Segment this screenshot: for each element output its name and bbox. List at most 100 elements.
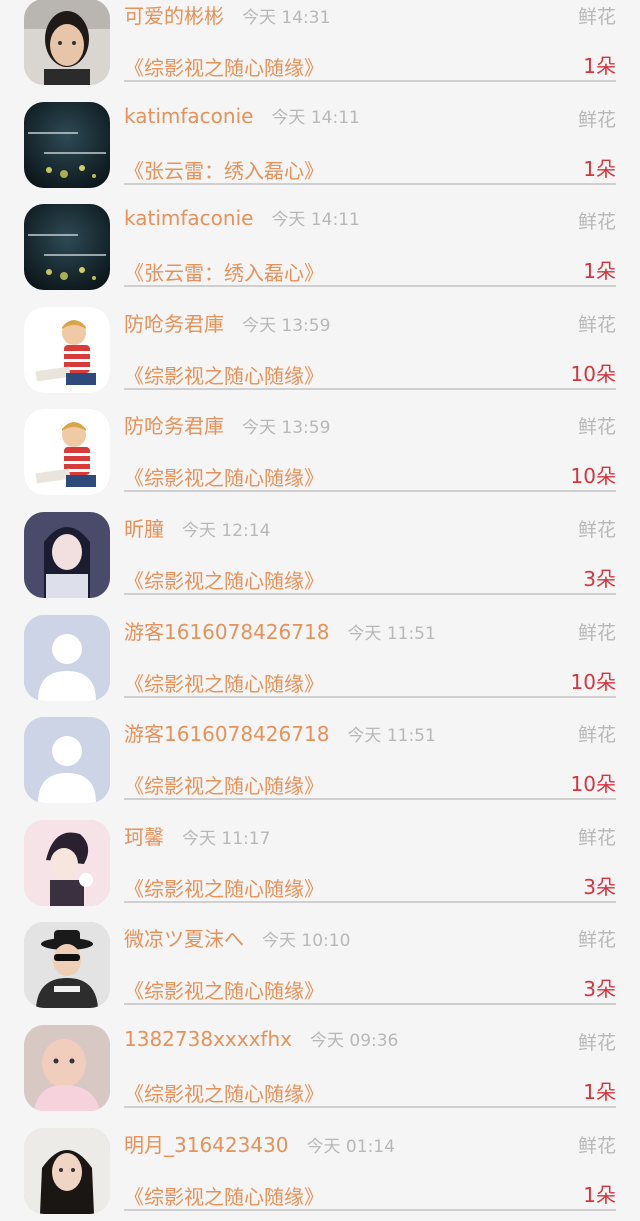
row-divider bbox=[124, 1003, 616, 1006]
gift-type: 鲜花 bbox=[577, 1031, 616, 1054]
gift-record-row[interactable]: katimfaconie 今天 14:11 鲜花 《张云雷：绣入磊心》 1朵 bbox=[0, 93, 640, 196]
gift-count: 1朵 bbox=[583, 1182, 616, 1207]
row-divider bbox=[124, 900, 616, 903]
user-name-text: 可爱的彬彬 bbox=[124, 4, 224, 28]
row-divider bbox=[124, 182, 616, 185]
gift-record-row[interactable]: 1382738xxxxfhx 今天 09:36 鲜花《综影视之随心随缘》 1朵 bbox=[0, 1016, 640, 1119]
timestamp: 今天 11:51 bbox=[347, 623, 436, 644]
gift-record-list: 可爱的彬彬 今天 14:31 鲜花 《综影视之随心随缘》 1朵 katimfaconie 今… bbox=[0, 0, 640, 1221]
gift-record-row[interactable]: 珂馨 今天 11:17 鲜花 《综影视之随心随缘》 3朵 bbox=[0, 811, 640, 914]
book-title-link[interactable]: 《综影视之随心随缘》 bbox=[124, 668, 324, 697]
row-divider bbox=[124, 1208, 616, 1211]
gift-record-row[interactable]: 防呛务君庫 今天 13:59 鲜花《综影视之随心随缘》 10朵 bbox=[0, 400, 640, 503]
book-title-link[interactable]: 《张云雷：绣入磊心》 bbox=[124, 257, 324, 286]
user-avatar[interactable] bbox=[24, 922, 110, 1009]
book-title-link[interactable]: 《综影视之随心随缘》 bbox=[124, 1078, 324, 1107]
book-title-link[interactable]: 《综影视之随心随缘》 bbox=[124, 1181, 324, 1210]
user-name[interactable]: 1382738xxxxfhx 今天 09:36 bbox=[124, 1026, 398, 1051]
gift-count: 10朵 bbox=[570, 772, 616, 797]
user-name-text: 珂馨 bbox=[124, 824, 164, 849]
user-name[interactable]: 昕朣 今天 12:14 bbox=[124, 513, 270, 542]
book-title-link[interactable]: 《综影视之随心随缘》 bbox=[124, 975, 324, 1004]
gift-count: 1朵 bbox=[583, 259, 616, 284]
user-avatar[interactable] bbox=[24, 409, 110, 496]
user-name-text: 昕朣 bbox=[124, 516, 164, 541]
gift-count: 10朵 bbox=[570, 361, 616, 386]
user-name-text: 1382738xxxxfhx bbox=[124, 1026, 292, 1051]
user-avatar[interactable] bbox=[24, 204, 110, 291]
timestamp: 今天 14:11 bbox=[271, 107, 360, 128]
user-avatar[interactable] bbox=[24, 614, 110, 701]
gift-count: 10朵 bbox=[570, 464, 616, 489]
timestamp: 今天 14:31 bbox=[242, 8, 331, 28]
timestamp: 今天 13:59 bbox=[242, 315, 331, 336]
book-title-link[interactable]: 《综影视之随心随缘》 bbox=[124, 770, 324, 799]
user-name-text: katimfaconie bbox=[124, 103, 254, 128]
gift-count: 1朵 bbox=[583, 1079, 616, 1104]
gift-type: 鲜花 bbox=[577, 6, 616, 28]
gift-record-row[interactable]: 防呛务君庫 今天 13:59 鲜花《综影视之随心随缘》 10朵 bbox=[0, 298, 640, 401]
user-name-text: 游客1616078426718 bbox=[124, 722, 330, 747]
user-name[interactable]: 防呛务君庫 今天 13:59 bbox=[124, 308, 330, 337]
user-name-text: 防呛务君庫 bbox=[124, 414, 224, 439]
user-name[interactable]: 微凉ツ夏沫へ 今天 10:10 bbox=[124, 923, 350, 952]
user-name[interactable]: 珂馨 今天 11:17 bbox=[124, 821, 270, 850]
user-name[interactable]: katimfaconie 今天 14:11 bbox=[124, 103, 360, 128]
timestamp: 今天 10:10 bbox=[262, 931, 351, 952]
gift-type: 鲜花 bbox=[577, 313, 616, 336]
gift-type: 鲜花 bbox=[577, 416, 616, 439]
timestamp: 今天 01:14 bbox=[306, 1136, 395, 1157]
user-name-text: 游客1616078426718 bbox=[124, 619, 330, 644]
timestamp: 今天 11:51 bbox=[347, 726, 436, 747]
user-name-text: 微凉ツ夏沫へ bbox=[124, 927, 244, 952]
gift-record-row[interactable]: 昕朣 今天 12:14 鲜花 《综影视之随心随缘》 3朵 bbox=[0, 503, 640, 606]
book-title-link[interactable]: 《综影视之随心随缘》 bbox=[124, 360, 324, 389]
gift-count: 3朵 bbox=[583, 566, 616, 591]
gift-record-row[interactable]: 可爱的彬彬 今天 14:31 鲜花《综影视之随心随缘》 1朵 bbox=[0, 0, 640, 93]
gift-type: 鲜花 bbox=[577, 211, 616, 234]
user-avatar[interactable] bbox=[24, 717, 110, 804]
user-name[interactable]: 游客1616078426718 今天 11:51 bbox=[124, 616, 436, 645]
user-avatar[interactable] bbox=[24, 819, 110, 906]
gift-record-row[interactable]: 游客1616078426718 今天 11:51 鲜花《综影视之随心随缘》 10朵 bbox=[0, 708, 640, 811]
book-title-link[interactable]: 《综影视之随心随缘》 bbox=[124, 52, 324, 81]
user-name[interactable]: katimfaconie 今天 14:11 bbox=[124, 205, 360, 230]
gift-type: 鲜花 bbox=[577, 621, 616, 644]
gift-record-row[interactable]: 微凉ツ夏沫へ 今天 10:10 鲜花 《综影视之随心随缘》 3朵 bbox=[0, 913, 640, 1016]
gift-record-row[interactable]: 明月_316423430 今天 01:14 鲜花《综影视之随心随缘》 1朵 bbox=[0, 1119, 640, 1221]
gift-type: 鲜花 bbox=[577, 1134, 616, 1157]
row-divider bbox=[124, 592, 616, 595]
timestamp: 今天 13:59 bbox=[242, 418, 331, 439]
book-title-link[interactable]: 《综影视之随心随缘》 bbox=[124, 873, 324, 902]
user-avatar[interactable] bbox=[24, 101, 110, 188]
book-title-link[interactable]: 《综影视之随心随缘》 bbox=[124, 462, 324, 491]
row-divider bbox=[124, 490, 616, 493]
user-name[interactable]: 防呛务君庫 今天 13:59 bbox=[124, 410, 330, 439]
timestamp: 今天 12:14 bbox=[182, 520, 271, 541]
gift-type: 鲜花 bbox=[577, 724, 616, 747]
user-avatar[interactable] bbox=[24, 1024, 110, 1111]
gift-count: 3朵 bbox=[583, 977, 616, 1002]
user-avatar[interactable] bbox=[24, 306, 110, 393]
user-avatar[interactable] bbox=[24, 0, 110, 85]
gift-record-row[interactable]: 游客1616078426718 今天 11:51 鲜花 《综影视之随心随缘》 10朵 bbox=[0, 606, 640, 709]
timestamp: 今天 09:36 bbox=[309, 1030, 399, 1051]
book-title-link[interactable]: 《张云雷：绣入磊心》 bbox=[124, 155, 324, 184]
timestamp: 今天 11:17 bbox=[182, 828, 271, 849]
timestamp: 今天 14:11 bbox=[271, 210, 360, 231]
gift-count: 1朵 bbox=[583, 54, 616, 78]
user-name-text: katimfaconie bbox=[124, 206, 254, 231]
user-name[interactable]: 游客1616078426718 今天 11:51 bbox=[124, 718, 436, 747]
row-divider bbox=[124, 285, 616, 288]
gift-type: 鲜花 bbox=[577, 108, 616, 131]
user-name-text: 防呛务君庫 bbox=[124, 311, 224, 336]
book-title-link[interactable]: 《综影视之随心随缘》 bbox=[124, 565, 324, 594]
row-divider bbox=[124, 387, 616, 390]
gift-record-row[interactable]: katimfaconie 今天 14:11 鲜花《张云雷：绣入磊心》 1朵 bbox=[0, 195, 640, 298]
row-divider bbox=[124, 798, 616, 801]
user-avatar[interactable] bbox=[24, 511, 110, 598]
user-name[interactable]: 可爱的彬彬 今天 14:31 bbox=[124, 0, 330, 29]
row-divider bbox=[124, 695, 616, 698]
user-name[interactable]: 明月_316423430 今天 01:14 bbox=[124, 1129, 395, 1158]
gift-count: 3朵 bbox=[583, 874, 616, 899]
